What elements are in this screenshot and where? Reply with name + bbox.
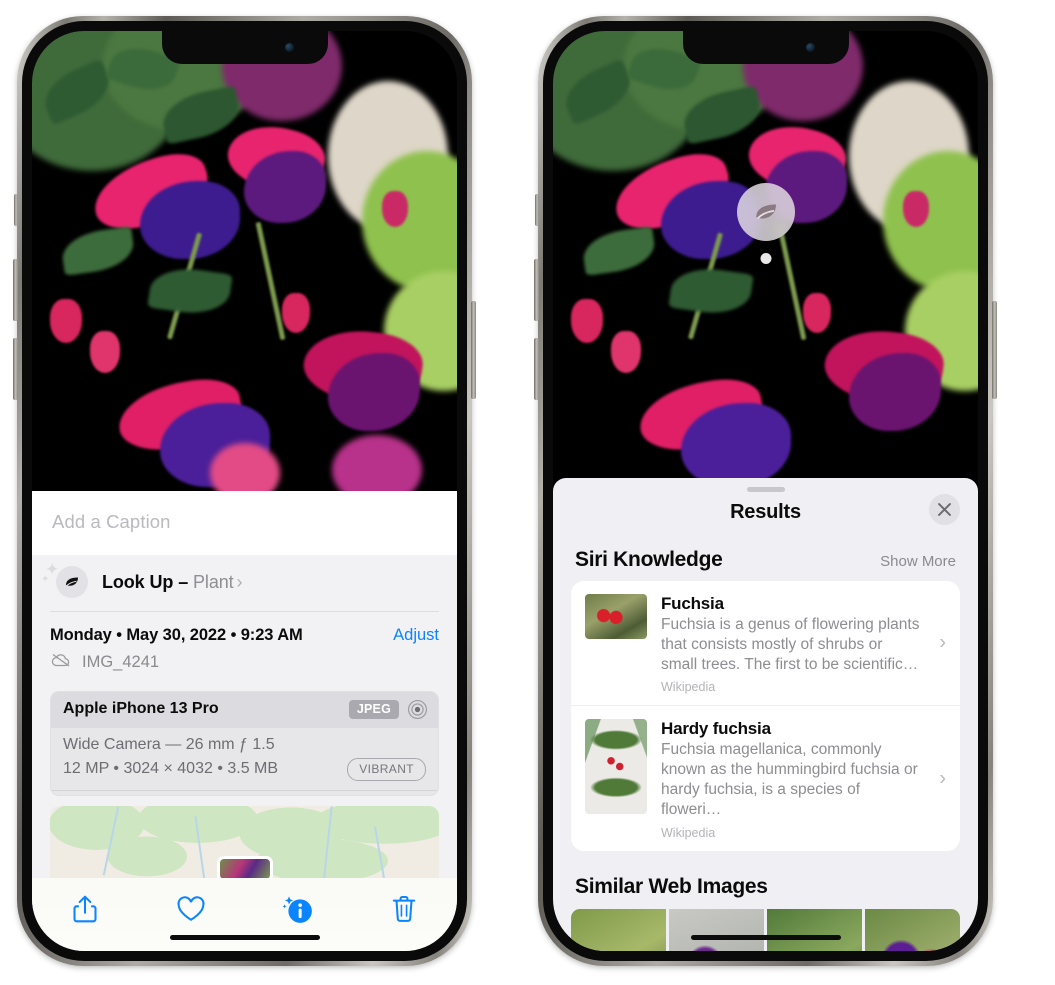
look-up-subject: Plant xyxy=(193,571,234,592)
result-title: Fuchsia xyxy=(661,594,724,613)
close-icon[interactable] xyxy=(929,494,960,525)
exif-card[interactable]: Apple iPhone 13 Pro JPEG Wide Camera — 2… xyxy=(50,690,439,796)
volume-down-button[interactable] xyxy=(13,338,18,400)
results-header: Results xyxy=(553,492,978,525)
home-indicator[interactable] xyxy=(690,935,841,940)
chevron-right-icon: › xyxy=(236,571,243,592)
photographic-style-badge: VIBRANT xyxy=(347,757,426,781)
share-icon[interactable] xyxy=(68,892,102,926)
section-title: Similar Web Images xyxy=(575,874,768,898)
location-map[interactable] xyxy=(50,805,439,878)
adjust-button[interactable]: Adjust xyxy=(393,626,439,645)
web-image-thumbnail[interactable] xyxy=(865,908,960,951)
list-item[interactable]: Hardy fuchsia Fuchsia magellanica, commo… xyxy=(571,705,960,850)
resolution-info: 12 MP • 3024 × 4032 • 3.5 MB xyxy=(63,760,279,778)
leaf-icon[interactable] xyxy=(736,183,795,241)
result-thumbnail xyxy=(585,719,647,815)
chevron-right-icon: › xyxy=(939,767,946,790)
pin-anchor-dot xyxy=(760,253,771,264)
leaf-icon: ✦ ✦ xyxy=(41,561,88,598)
iphone-right: Results Siri Knowledge Show More Fuchsia… xyxy=(534,16,997,966)
result-title: Hardy fuchsia xyxy=(661,719,771,739)
photo-viewer[interactable] xyxy=(32,31,457,491)
camera-device: Apple iPhone 13 Pro xyxy=(63,700,219,718)
volume-down-button[interactable] xyxy=(534,338,539,400)
similar-web-images-strip[interactable] xyxy=(553,908,978,951)
list-item[interactable]: Fuchsia Fuchsia is a genus of flowering … xyxy=(571,581,960,705)
notch xyxy=(682,31,849,64)
look-up-row[interactable]: ✦ ✦ Look Up – Plant › xyxy=(32,555,457,611)
heart-icon[interactable] xyxy=(174,892,208,926)
web-image-thumbnail[interactable] xyxy=(767,908,862,951)
lens-info: Wide Camera — 26 mm ƒ 1.5 xyxy=(63,735,275,753)
side-power-button[interactable] xyxy=(471,301,476,399)
screen-left: Add a Caption ✦ ✦ Look Up – Plant › Mond… xyxy=(32,31,457,951)
photo-date: Monday • May 30, 2022 • 9:23 AM xyxy=(50,625,303,644)
info-sparkle-icon[interactable] xyxy=(281,892,315,926)
iphone-left: Add a Caption ✦ ✦ Look Up – Plant › Mond… xyxy=(13,16,476,966)
result-description: Fuchsia magellanica, commonly known as t… xyxy=(661,741,918,818)
photo-toolbar xyxy=(32,877,457,951)
screenshot-root: Add a Caption ✦ ✦ Look Up – Plant › Mond… xyxy=(0,0,1055,985)
side-power-button[interactable] xyxy=(992,301,997,399)
photo-metadata: Monday • May 30, 2022 • 9:23 AM Adjust I… xyxy=(32,612,457,681)
section-title: Siri Knowledge xyxy=(575,548,723,571)
map-photo-pin xyxy=(216,855,273,878)
front-camera-icon xyxy=(805,43,815,52)
result-description: Fuchsia is a genus of flowering plants t… xyxy=(661,616,920,673)
exif-settings-row: ISO 50 26 mm 0 ev ƒ1.5 1/181 s xyxy=(51,789,438,795)
front-camera-icon xyxy=(284,43,294,52)
notch xyxy=(161,31,328,64)
photo-info-sheet: Add a Caption ✦ ✦ Look Up – Plant › Mond… xyxy=(32,491,457,951)
device-bezel: Results Siri Knowledge Show More Fuchsia… xyxy=(543,21,988,961)
result-thumbnail xyxy=(585,594,647,639)
siri-knowledge-card: Fuchsia Fuchsia is a genus of flowering … xyxy=(571,581,960,851)
silence-switch[interactable] xyxy=(14,194,18,226)
trash-icon[interactable] xyxy=(387,892,421,926)
caption-input[interactable]: Add a Caption xyxy=(32,491,457,555)
volume-up-button[interactable] xyxy=(534,259,539,321)
web-image-thumbnail[interactable] xyxy=(669,908,764,951)
siri-knowledge-header: Siri Knowledge Show More xyxy=(553,524,978,581)
sparkle-small-icon: ✦ xyxy=(41,574,50,585)
volume-up-button[interactable] xyxy=(13,259,18,321)
screen-right: Results Siri Knowledge Show More Fuchsia… xyxy=(553,31,978,951)
device-bezel: Add a Caption ✦ ✦ Look Up – Plant › Mond… xyxy=(22,21,467,961)
result-source: Wikipedia xyxy=(661,825,716,840)
silence-switch[interactable] xyxy=(535,194,539,226)
icloud-slash-icon xyxy=(50,652,72,673)
look-up-label: Look Up – Plant › xyxy=(102,571,243,593)
show-more-button[interactable]: Show More xyxy=(880,553,956,570)
result-source: Wikipedia xyxy=(661,680,716,695)
page-title: Results xyxy=(730,501,801,523)
look-up-title: Look Up – xyxy=(102,571,194,592)
chevron-right-icon: › xyxy=(939,631,946,654)
photo-filename: IMG_4241 xyxy=(82,652,160,671)
similar-web-images-header: Similar Web Images xyxy=(553,851,978,903)
home-indicator[interactable] xyxy=(169,935,320,940)
visual-lookup-results-sheet: Results Siri Knowledge Show More Fuchsia… xyxy=(553,478,978,951)
raw-target-icon xyxy=(407,699,428,720)
format-badge: JPEG xyxy=(348,699,399,719)
web-image-thumbnail[interactable] xyxy=(571,908,666,951)
